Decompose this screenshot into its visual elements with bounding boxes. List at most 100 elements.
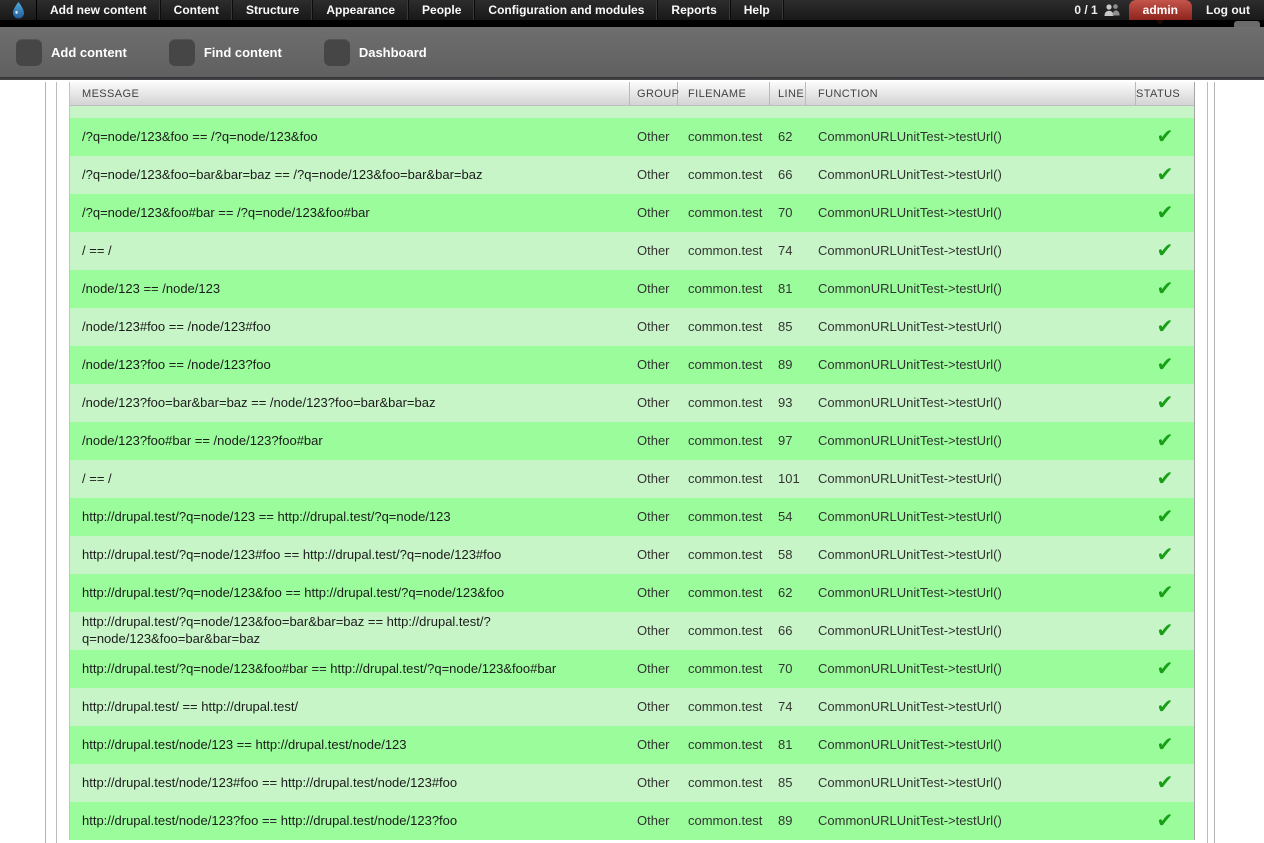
toolbar-menu-item-add-new-content[interactable]: Add new content	[37, 0, 161, 20]
table-top-strip	[70, 106, 1194, 118]
cell-group: Other	[637, 622, 670, 638]
status-pass-check-icon: ✔	[1156, 315, 1174, 338]
cell-filename: common.test	[688, 356, 763, 372]
cell-status: ✔	[1136, 165, 1194, 186]
shortcut-add-content[interactable]: Add content	[16, 38, 153, 66]
table-row: / == / Other common.test 101 CommonURLUnitTe…	[70, 460, 1194, 498]
table-row: http://drupal.test/?q=node/123#foo == ht…	[70, 536, 1194, 574]
cell-message: /?q=node/123&foo#bar == /?q=node/123&foo…	[82, 204, 370, 220]
table-row: /node/123?foo=bar&bar=baz == /node/123?f…	[70, 384, 1194, 422]
cell-status: ✔	[1136, 203, 1194, 224]
test-results-table: MESSAGE GROUP FILENAME LINE FUNCTION STATUS /…	[69, 82, 1195, 840]
cell-message: http://drupal.test/ == http://drupal.tes…	[82, 698, 299, 714]
toolbar-menu-item-structure[interactable]: Structure	[233, 0, 314, 20]
shortcut-label: Add content	[51, 44, 127, 60]
cell-group: Other	[637, 470, 670, 486]
cell-group: Other	[637, 166, 670, 182]
cell-message: /?q=node/123&foo=bar&bar=baz == /?q=node…	[82, 166, 483, 182]
toolbar-menu-item-content[interactable]: Content	[161, 0, 233, 20]
status-pass-check-icon: ✔	[1156, 809, 1174, 832]
status-pass-check-icon: ✔	[1156, 695, 1174, 718]
cell-message: http://drupal.test/node/123 == http://dr…	[82, 736, 407, 752]
column-header-group: GROUP	[630, 82, 679, 105]
cell-function: CommonURLUnitTest->testUrl()	[818, 280, 1002, 296]
cell-status: ✔	[1136, 659, 1194, 680]
user-menu-admin[interactable]: admin	[1128, 0, 1193, 25]
cell-line: 101	[778, 470, 800, 486]
cell-filename: common.test	[688, 242, 763, 258]
shortcut-icon	[323, 38, 350, 66]
cell-group: Other	[637, 812, 670, 828]
table-row: http://drupal.test/?q=node/123&foo == ht…	[70, 574, 1194, 612]
toolbar-menu-item-people[interactable]: People	[409, 0, 476, 20]
column-header-status: STATUS	[1136, 87, 1181, 100]
cell-function: CommonURLUnitTest->testUrl()	[818, 394, 1002, 410]
cell-message: http://drupal.test/?q=node/123 == http:/…	[82, 508, 451, 524]
cell-line: 58	[778, 546, 793, 562]
cell-status: ✔	[1136, 507, 1194, 528]
shortcut-label: Find content	[203, 44, 282, 60]
table-row: /node/123#foo == /node/123#foo Other commo…	[70, 308, 1194, 346]
cell-group: Other	[637, 318, 670, 334]
column-header-function: FUNCTION	[806, 82, 1136, 105]
cell-message: http://drupal.test/?q=node/123&foo == ht…	[82, 584, 505, 600]
cell-filename: common.test	[688, 546, 763, 562]
status-pass-check-icon: ✔	[1156, 733, 1174, 756]
cell-message: http://drupal.test/?q=node/123&foo=bar&b…	[82, 614, 491, 646]
page-content: MESSAGE GROUP FILENAME LINE FUNCTION STATUS /…	[0, 80, 1264, 843]
cell-group: Other	[637, 660, 670, 676]
table-row: /?q=node/123&foo#bar == /?q=node/123&foo…	[70, 194, 1194, 232]
cell-line: 85	[778, 318, 793, 334]
cell-function: CommonURLUnitTest->testUrl()	[818, 774, 1002, 790]
cell-filename: common.test	[688, 584, 763, 600]
cell-line: 54	[778, 508, 793, 524]
table-row: http://drupal.test/node/123?foo == http:…	[70, 802, 1194, 840]
cell-filename: common.test	[688, 508, 763, 524]
cell-status: ✔	[1136, 621, 1194, 642]
cell-status: ✔	[1136, 469, 1194, 490]
users-icon[interactable]	[1103, 0, 1129, 20]
toolbar-menu-item-configuration-and-modules[interactable]: Configuration and modules	[475, 0, 659, 20]
cell-group: Other	[637, 356, 670, 372]
cell-group: Other	[637, 128, 670, 144]
status-pass-check-icon: ✔	[1156, 163, 1174, 186]
cell-status: ✔	[1136, 127, 1194, 148]
cell-function: CommonURLUnitTest->testUrl()	[818, 432, 1002, 448]
cell-line: 81	[778, 280, 793, 296]
cell-message: /node/123 == /node/123	[82, 280, 221, 296]
cell-line: 70	[778, 660, 793, 676]
status-pass-check-icon: ✔	[1156, 771, 1174, 794]
cell-filename: common.test	[688, 622, 763, 638]
cell-message: /node/123?foo == /node/123?foo	[82, 356, 271, 372]
cell-group: Other	[637, 242, 670, 258]
cell-filename: common.test	[688, 318, 763, 334]
cell-filename: common.test	[688, 394, 763, 410]
status-pass-check-icon: ✔	[1156, 581, 1174, 604]
table-row: http://drupal.test/ == http://drupal.tes…	[70, 688, 1194, 726]
logout-link[interactable]: Log out	[1192, 0, 1264, 20]
cell-group: Other	[637, 508, 670, 524]
toolbar-drawer-strip	[0, 20, 1264, 27]
toolbar-menu-item-help[interactable]: Help	[731, 0, 784, 20]
cell-line: 97	[778, 432, 793, 448]
cell-function: CommonURLUnitTest->testUrl()	[818, 698, 1002, 714]
cell-function: CommonURLUnitTest->testUrl()	[818, 204, 1002, 220]
cell-filename: common.test	[688, 660, 763, 676]
cell-function: CommonURLUnitTest->testUrl()	[818, 318, 1002, 334]
toolbar-menu-item-reports[interactable]: Reports	[658, 0, 731, 20]
toolbar-menu-item-appearance[interactable]: Appearance	[313, 0, 410, 20]
cell-group: Other	[637, 280, 670, 296]
cell-line: 89	[778, 356, 793, 372]
cell-function: CommonURLUnitTest->testUrl()	[818, 470, 1002, 486]
cell-filename: common.test	[688, 166, 763, 182]
cell-function: CommonURLUnitTest->testUrl()	[818, 356, 1002, 372]
shortcut-find-content[interactable]: Find content	[168, 38, 308, 66]
shortcut-bar-toggle[interactable]	[1234, 21, 1260, 27]
drupal-logo-icon[interactable]	[0, 0, 37, 20]
shortcut-dashboard[interactable]: Dashboard	[323, 38, 453, 66]
cell-line: 89	[778, 812, 793, 828]
cell-message: /node/123?foo#bar == /node/123?foo#bar	[82, 432, 323, 448]
toolbar-right: 0 / 1 admin Log out	[1074, 0, 1264, 25]
cell-line: 74	[778, 698, 793, 714]
table-row: /?q=node/123&foo == /?q=node/123&foo Othe…	[70, 118, 1194, 156]
